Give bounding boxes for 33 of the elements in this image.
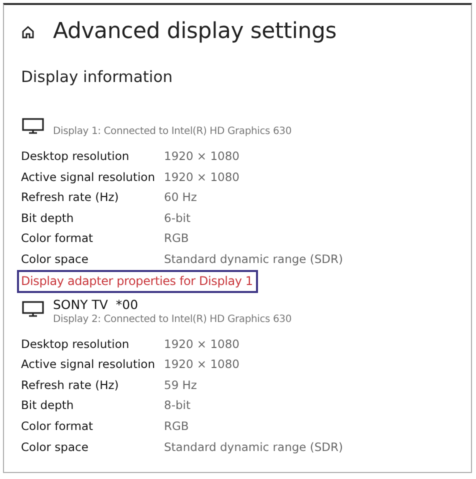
home-icon[interactable]: [21, 24, 35, 38]
property-label: Active signal resolution: [21, 168, 156, 186]
property-label: Desktop resolution: [21, 148, 130, 165]
display-name: SONY TV *00: [53, 296, 140, 313]
property-value: 1920 × 1080: [164, 356, 240, 374]
property-label: Color space: [21, 438, 90, 456]
page-title: Advanced display settings: [53, 19, 337, 44]
property-label: Desktop resolution: [21, 336, 130, 353]
connection-info: Display 1: Connected to Intel(R) HD Graphics 630: [53, 125, 292, 138]
property-value: 1920 × 1080: [164, 168, 240, 186]
property-value: RGB: [164, 230, 190, 248]
property-label: Refresh rate (Hz): [21, 189, 120, 206]
property-value: Standard dynamic range (SDR): [164, 250, 344, 268]
section-heading: Display information: [21, 68, 174, 86]
property-label: Refresh rate (Hz): [21, 376, 120, 394]
property-value: 59 Hz: [164, 376, 198, 394]
connection-info: Display 2: Connected to Intel(R) HD Graphics 630: [53, 312, 292, 326]
property-value: RGB: [164, 418, 190, 435]
property-value: 8-bit: [164, 397, 192, 414]
property-label: Bit depth: [21, 210, 75, 227]
property-label: Color space: [21, 250, 90, 268]
property-value: 60 Hz: [164, 189, 198, 206]
property-value: Standard dynamic range (SDR): [164, 438, 344, 456]
property-value: 1920 × 1080: [164, 336, 240, 353]
property-value: 6-bit: [164, 210, 192, 227]
property-label: Bit depth: [21, 397, 75, 414]
property-label: Color format: [21, 418, 94, 435]
adapter-properties-link[interactable]: Display adapter properties for Display 1: [17, 270, 258, 293]
property-label: Active signal resolution: [21, 356, 156, 374]
property-value: 1920 × 1080: [164, 148, 240, 165]
property-label: Color format: [21, 230, 94, 248]
monitor-icon: [22, 300, 44, 317]
monitor-icon: [22, 118, 44, 134]
